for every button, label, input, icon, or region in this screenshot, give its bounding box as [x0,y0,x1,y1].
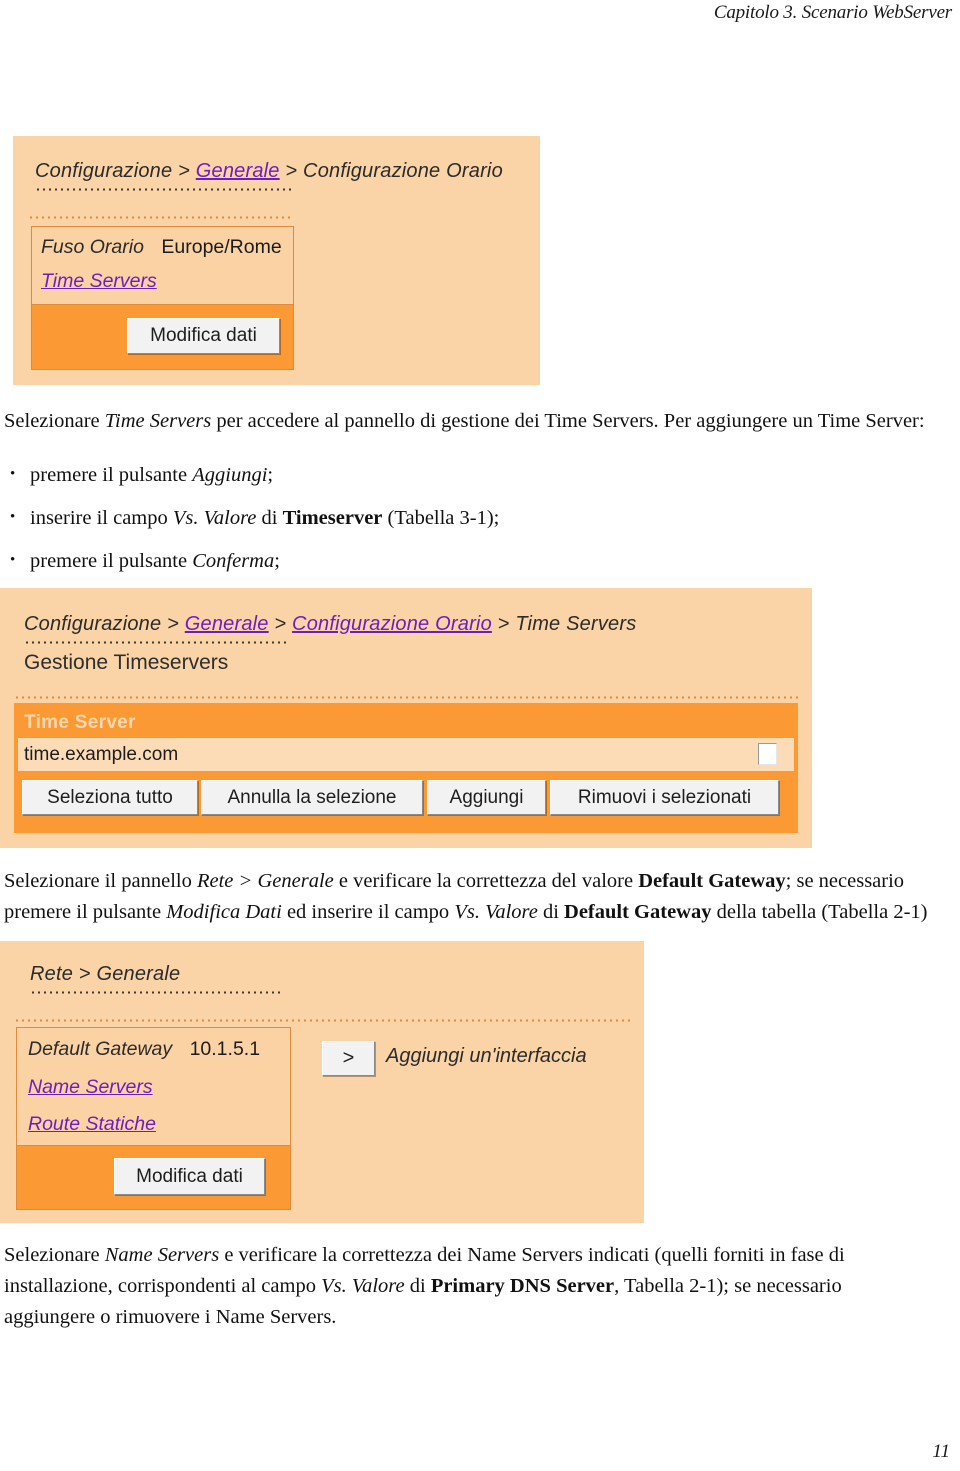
breadcrumb-underline [24,641,286,644]
screenshot-time-configuration: Configurazione > Generale > Configurazio… [13,136,540,385]
p2-text-2: e verificare la correttezza del valore [333,870,639,892]
p2-emph-vs-valore: Vs. Valore [454,901,538,923]
paragraph-time-servers-intro: Selezionare Time Servers per accedere al… [4,406,956,437]
screenshot-network-general: Rete > Generale Default Gateway 10.1.5.1… [0,941,644,1223]
p2-text-1: Selezionare il pannello [4,870,197,892]
breadcrumb-separator: > [279,160,304,182]
breadcrumb-underline [35,188,291,191]
breadcrumb-separator: > [73,963,97,985]
p3-strong-primary-dns-server: Primary DNS Server [430,1275,615,1297]
bullet-3-text-1: premere il pulsante [30,550,193,572]
chevron-right-icon: > [342,1047,355,1069]
link-route-statiche[interactable]: Route Statiche [28,1113,156,1135]
list-item: premere il pulsante Aggiungi; [4,461,704,488]
rimuovi-i-selezionati-button-label: Rimuovi i selezionati [577,786,752,808]
list-item: inserire il campo Vs. Valore di Timeserv… [4,504,704,531]
route-statiche-row[interactable]: Route Statiche [28,1113,156,1136]
breadcrumb-link-configurazione-orario[interactable]: Configurazione Orario [292,613,492,635]
breadcrumb-time-configuration: Configurazione > Generale > Configurazio… [35,160,503,183]
bullet-2-text-2: di [256,507,283,529]
breadcrumb-segment-configurazione: Configurazione [35,160,173,182]
add-interface-label: Aggiungi un'interfaccia [386,1045,587,1067]
bullet-3-text-2: ; [274,550,280,572]
aggiungi-button[interactable]: Aggiungi [427,780,546,815]
table-row-checkbox[interactable] [758,743,777,765]
timezone-label: Fuso Orario [41,236,144,258]
section-divider [14,1019,630,1022]
name-servers-row[interactable]: Name Servers [28,1076,153,1099]
timezone-row: Fuso Orario Europe/Rome [41,236,282,259]
timezone-value: Europe/Rome [161,236,282,258]
aggiungi-button-label: Aggiungi [449,786,524,808]
bullet-1-text-2: ; [267,464,274,486]
rimuovi-i-selezionati-button[interactable]: Rimuovi i selezionati [550,780,779,815]
default-gateway-value: 10.1.5.1 [189,1038,261,1060]
bullet-list-add-time-server: premere il pulsante Aggiungi; inserire i… [4,461,704,591]
p2-emph-modifica-dati: Modifica Dati [166,901,282,923]
p1-text-1: Selezionare [4,410,105,432]
breadcrumb-segment-time-servers: Time Servers [515,613,637,635]
p3-text-1: Selezionare [4,1244,105,1266]
p3-emph-vs-valore: Vs. Valore [321,1275,405,1297]
seleziona-tutto-button[interactable]: Seleziona tutto [22,780,198,815]
modifica-dati-button[interactable]: Modifica dati [114,1158,265,1195]
breadcrumb-segment-generale: Generale [96,963,181,985]
table-header-time-server: Time Server [18,708,794,738]
breadcrumb-link-generale[interactable]: Generale [196,160,280,182]
running-head: Capitolo 3. Scenario WebServer [713,2,952,23]
breadcrumb-segment-configurazione-orario: Configurazione Orario [303,160,503,182]
modifica-dati-button-label: Modifica dati [150,325,257,346]
breadcrumb-network: Rete > Generale [30,963,180,986]
p1-emph-time-servers: Time Servers [104,410,212,432]
breadcrumb-link-generale[interactable]: Generale [185,613,269,635]
p2-strong-default-gateway: Default Gateway [638,870,786,892]
link-time-servers[interactable]: Time Servers [41,270,157,292]
default-gateway-label: Default Gateway [28,1038,173,1060]
link-name-servers[interactable]: Name Servers [28,1076,153,1098]
p1-text-2: per accedere al pannello di gestione dei… [211,410,925,432]
default-gateway-row: Default Gateway 10.1.5.1 [28,1038,260,1061]
bullet-2-text-3: (Tabella 3-1); [382,507,500,529]
bullet-2-strong-timeserver: Timeserver [282,507,383,529]
breadcrumb-segment-configurazione: Configurazione [24,613,162,635]
breadcrumb-separator: > [161,613,185,635]
p2-text-4: ed inserire il campo [281,901,455,923]
page-number: 11 [932,1441,950,1462]
bullet-1-emph-aggiungi: Aggiungi [192,464,268,486]
list-item: premere il pulsante Conferma; [4,547,704,574]
paragraph-default-gateway: Selezionare il pannello Rete > Generale … [4,866,956,928]
p3-emph-name-servers: Name Servers [104,1244,220,1266]
breadcrumb-timeservers: Configurazione > Generale > Configurazio… [24,613,636,636]
bullet-2-emph-vs-valore: Vs. Valore [172,507,257,529]
modifica-dati-button[interactable]: Modifica dati [127,318,280,354]
p2-strong-default-gateway-2: Default Gateway [564,901,712,923]
breadcrumb-separator: > [172,160,196,182]
section-divider [28,216,293,219]
time-servers-row[interactable]: Time Servers [41,270,157,293]
breadcrumb-separator: > [491,613,516,635]
paragraph-name-servers: Selezionare Name Servers e verificare la… [4,1240,894,1333]
bullet-1-text-1: premere il pulsante [30,464,193,486]
breadcrumb-separator: > [268,613,293,635]
bullet-3-emph-conferma: Conferma [192,550,275,572]
section-divider [14,696,798,699]
modifica-dati-button-label: Modifica dati [136,1165,243,1187]
bullet-2-text-1: inserire il campo [30,507,173,529]
screenshot-timeservers-management: Configurazione > Generale > Configurazio… [0,588,812,848]
breadcrumb-segment-rete: Rete [30,963,74,985]
p3-text-3: di [404,1275,431,1297]
breadcrumb-underline [30,991,284,994]
annulla-la-selezione-button-label: Annulla la selezione [227,786,397,808]
table-row[interactable]: time.example.com [18,738,794,771]
p2-text-5: di [537,901,565,923]
annulla-la-selezione-button[interactable]: Annulla la selezione [201,780,423,815]
table-cell-server-name: time.example.com [24,743,179,765]
add-interface-arrow-button[interactable]: > [322,1041,375,1076]
seleziona-tutto-button-label: Seleziona tutto [47,786,173,808]
p2-emph-rete-generale: Rete > Generale [196,870,334,892]
table-header-label: Time Server [24,712,136,733]
p2-text-6: della tabella (Tabella 2-1) [711,901,928,923]
panel-title-gestione-timeservers: Gestione Timeservers [24,651,229,674]
